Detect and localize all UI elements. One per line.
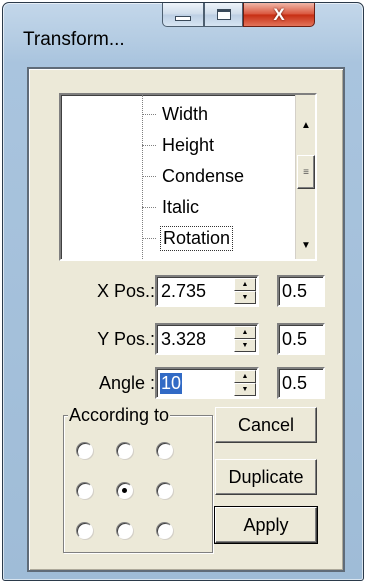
scroll-up-icon[interactable]: ▲ <box>296 115 315 135</box>
according-to-group: According to <box>63 405 213 553</box>
spin-up-icon[interactable]: ▲ <box>234 326 256 339</box>
list-item-width[interactable]: Width <box>142 99 292 129</box>
list-item-label: Condense <box>162 165 245 186</box>
anchor-radio-middle-right[interactable] <box>156 482 173 499</box>
y-pos-spinbox[interactable]: 3.328 ▲ ▼ <box>155 323 259 355</box>
list-item-rotation[interactable]: Rotation <box>142 223 292 253</box>
anchor-radio-center[interactable] <box>116 482 133 499</box>
duplicate-button[interactable]: Duplicate <box>215 459 317 495</box>
spin-up-icon[interactable]: ▲ <box>234 370 256 383</box>
x-pos-spinbox[interactable]: 2.735 ▲ ▼ <box>155 275 259 307</box>
minimize-button[interactable] <box>162 3 204 27</box>
spin-down-icon[interactable]: ▼ <box>234 339 256 352</box>
y-pos-row: Y Pos.: 3.328 ▲ ▼ 0.5 <box>35 323 335 355</box>
close-button[interactable]: X <box>243 3 315 27</box>
apply-button[interactable]: Apply <box>214 506 318 544</box>
angle-input[interactable]: 10 <box>160 373 183 394</box>
list-item-label: Rotation <box>160 225 234 251</box>
y-pos-step-input[interactable]: 0.5 <box>277 323 325 355</box>
according-to-title: According to <box>68 405 171 426</box>
anchor-radio-bottom-center[interactable] <box>116 522 133 539</box>
anchor-radio-bottom-right[interactable] <box>156 522 173 539</box>
list-item-condense[interactable]: Condense <box>142 161 292 191</box>
list-item-label: Italic <box>162 196 200 217</box>
x-pos-input[interactable]: 2.735 <box>160 281 207 302</box>
dialog-client-area: Width Height Condense Italic Rotation ▲ … <box>27 67 345 572</box>
property-list[interactable]: Width Height Condense Italic Rotation ▲ … <box>59 93 317 261</box>
dialog-panel: Width Height Condense Italic Rotation ▲ … <box>35 75 337 564</box>
scroll-down-icon[interactable]: ▼ <box>296 235 315 255</box>
scroll-thumb[interactable]: ≡ <box>297 155 315 189</box>
x-pos-row: X Pos.: 2.735 ▲ ▼ 0.5 <box>35 275 335 307</box>
x-pos-step-input[interactable]: 0.5 <box>277 275 325 307</box>
anchor-radio-top-right[interactable] <box>156 442 173 459</box>
maximize-icon <box>216 9 231 20</box>
cancel-button[interactable]: Cancel <box>215 407 317 443</box>
maximize-button[interactable] <box>204 3 243 27</box>
y-pos-spin-buttons: ▲ ▼ <box>234 326 256 352</box>
angle-label: Angle : <box>98 373 155 393</box>
spin-down-icon[interactable]: ▼ <box>234 383 256 396</box>
x-pos-spin-buttons: ▲ ▼ <box>234 278 256 304</box>
anchor-radio-middle-left[interactable] <box>76 482 93 499</box>
anchor-radio-bottom-left[interactable] <box>76 522 93 539</box>
y-pos-label: Y Pos.: <box>97 329 155 349</box>
y-pos-input[interactable]: 3.328 <box>160 329 207 350</box>
list-item-label: Height <box>162 134 215 155</box>
list-item-label: Width <box>162 103 209 124</box>
transform-window: Transform... X Width Height Condense Ita… <box>2 2 364 581</box>
anchor-radio-top-left[interactable] <box>76 442 93 459</box>
minimize-icon <box>175 16 191 21</box>
list-item-italic[interactable]: Italic <box>142 192 292 222</box>
list-item-height[interactable]: Height <box>142 130 292 160</box>
angle-step-input[interactable]: 0.5 <box>277 367 325 399</box>
spin-up-icon[interactable]: ▲ <box>234 278 256 291</box>
angle-spin-buttons: ▲ ▼ <box>234 370 256 396</box>
angle-spinbox[interactable]: 10 ▲ ▼ <box>155 367 259 399</box>
window-title: Transform... <box>23 29 125 50</box>
spin-down-icon[interactable]: ▼ <box>234 291 256 304</box>
list-scrollbar[interactable]: ▲ ≡ ▼ <box>295 95 315 259</box>
angle-row: Angle : 10 ▲ ▼ 0.5 <box>35 367 335 399</box>
close-icon: X <box>273 5 285 24</box>
x-pos-label: X Pos.: <box>96 281 155 301</box>
anchor-radio-top-center[interactable] <box>116 442 133 459</box>
